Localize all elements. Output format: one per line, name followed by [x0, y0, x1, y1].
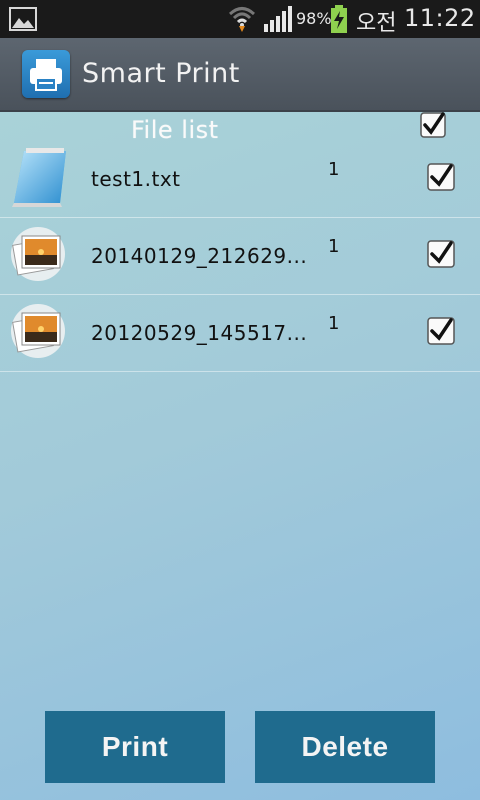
image-file-icon	[11, 304, 65, 358]
app-title: Smart Print	[82, 58, 240, 89]
wifi-icon	[228, 7, 256, 32]
status-bar: 98% 오전 11:22	[0, 0, 480, 38]
select-all-checkbox[interactable]	[420, 112, 446, 138]
signal-icon	[264, 6, 292, 32]
file-name: 20140129_212629...	[91, 244, 308, 268]
image-file-icon	[11, 227, 65, 281]
file-row[interactable]: 20120529_145517... 1	[0, 295, 480, 372]
copy-count[interactable]: 1	[328, 159, 339, 180]
file-name: 20120529_145517...	[91, 321, 308, 345]
print-button[interactable]: Print	[45, 711, 225, 783]
gallery-notification-icon	[9, 7, 37, 31]
file-row[interactable]: test1.txt 1	[0, 141, 480, 218]
file-list-title: File list	[131, 116, 219, 144]
copy-count[interactable]: 1	[328, 236, 339, 257]
file-list-panel: File list test1.txt 1 20140129_212629...…	[0, 112, 480, 800]
status-time: 11:22	[404, 4, 476, 32]
battery-percent: 98%	[296, 9, 332, 28]
copy-count[interactable]: 1	[328, 313, 339, 334]
file-checkbox[interactable]	[427, 240, 455, 268]
app-title-bar: Smart Print	[0, 38, 480, 112]
delete-button[interactable]: Delete	[255, 711, 435, 783]
file-checkbox[interactable]	[427, 163, 455, 191]
file-name: test1.txt	[91, 167, 181, 191]
file-checkbox[interactable]	[427, 317, 455, 345]
printer-icon	[22, 50, 70, 98]
battery-charging-icon	[331, 5, 347, 33]
file-row[interactable]: 20140129_212629... 1	[0, 218, 480, 295]
status-ampm: 오전	[356, 11, 397, 36]
text-file-icon	[12, 148, 66, 207]
